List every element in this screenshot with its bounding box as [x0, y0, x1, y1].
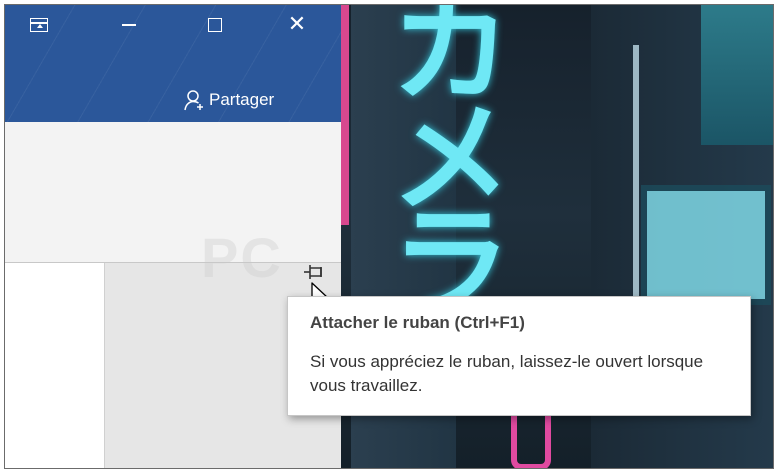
neon-sign [641, 185, 771, 305]
ribbon-display-options-button[interactable] [15, 5, 63, 45]
minimize-button[interactable] [105, 5, 153, 45]
share-button[interactable]: Partager [183, 85, 274, 115]
ribbon-pin-tooltip: Attacher le ruban (Ctrl+F1) Si vous appr… [287, 296, 751, 416]
watermark: PC [201, 226, 283, 289]
maximize-icon [208, 18, 222, 32]
document-page[interactable] [5, 263, 105, 468]
add-person-icon [184, 90, 203, 111]
neon-pink-bar [341, 5, 349, 225]
neon-sign-top [701, 5, 773, 145]
minimize-icon [122, 24, 136, 26]
ribbon-display-icon [30, 18, 48, 32]
word-titlebar: ✕ Partager [5, 5, 341, 122]
maximize-button[interactable] [191, 5, 239, 45]
tooltip-title: Attacher le ruban (Ctrl+F1) [310, 313, 525, 332]
ribbon-area [5, 122, 341, 262]
screenshot-frame: カ メ ラ ✕ Partager PC Attacher le ruban (C… [4, 4, 774, 469]
close-icon: ✕ [287, 12, 307, 37]
tooltip-description: Si vous appréciez le ruban, laissez-le o… [310, 352, 704, 395]
share-label: Partager [209, 90, 275, 109]
close-button[interactable]: ✕ [273, 5, 321, 45]
